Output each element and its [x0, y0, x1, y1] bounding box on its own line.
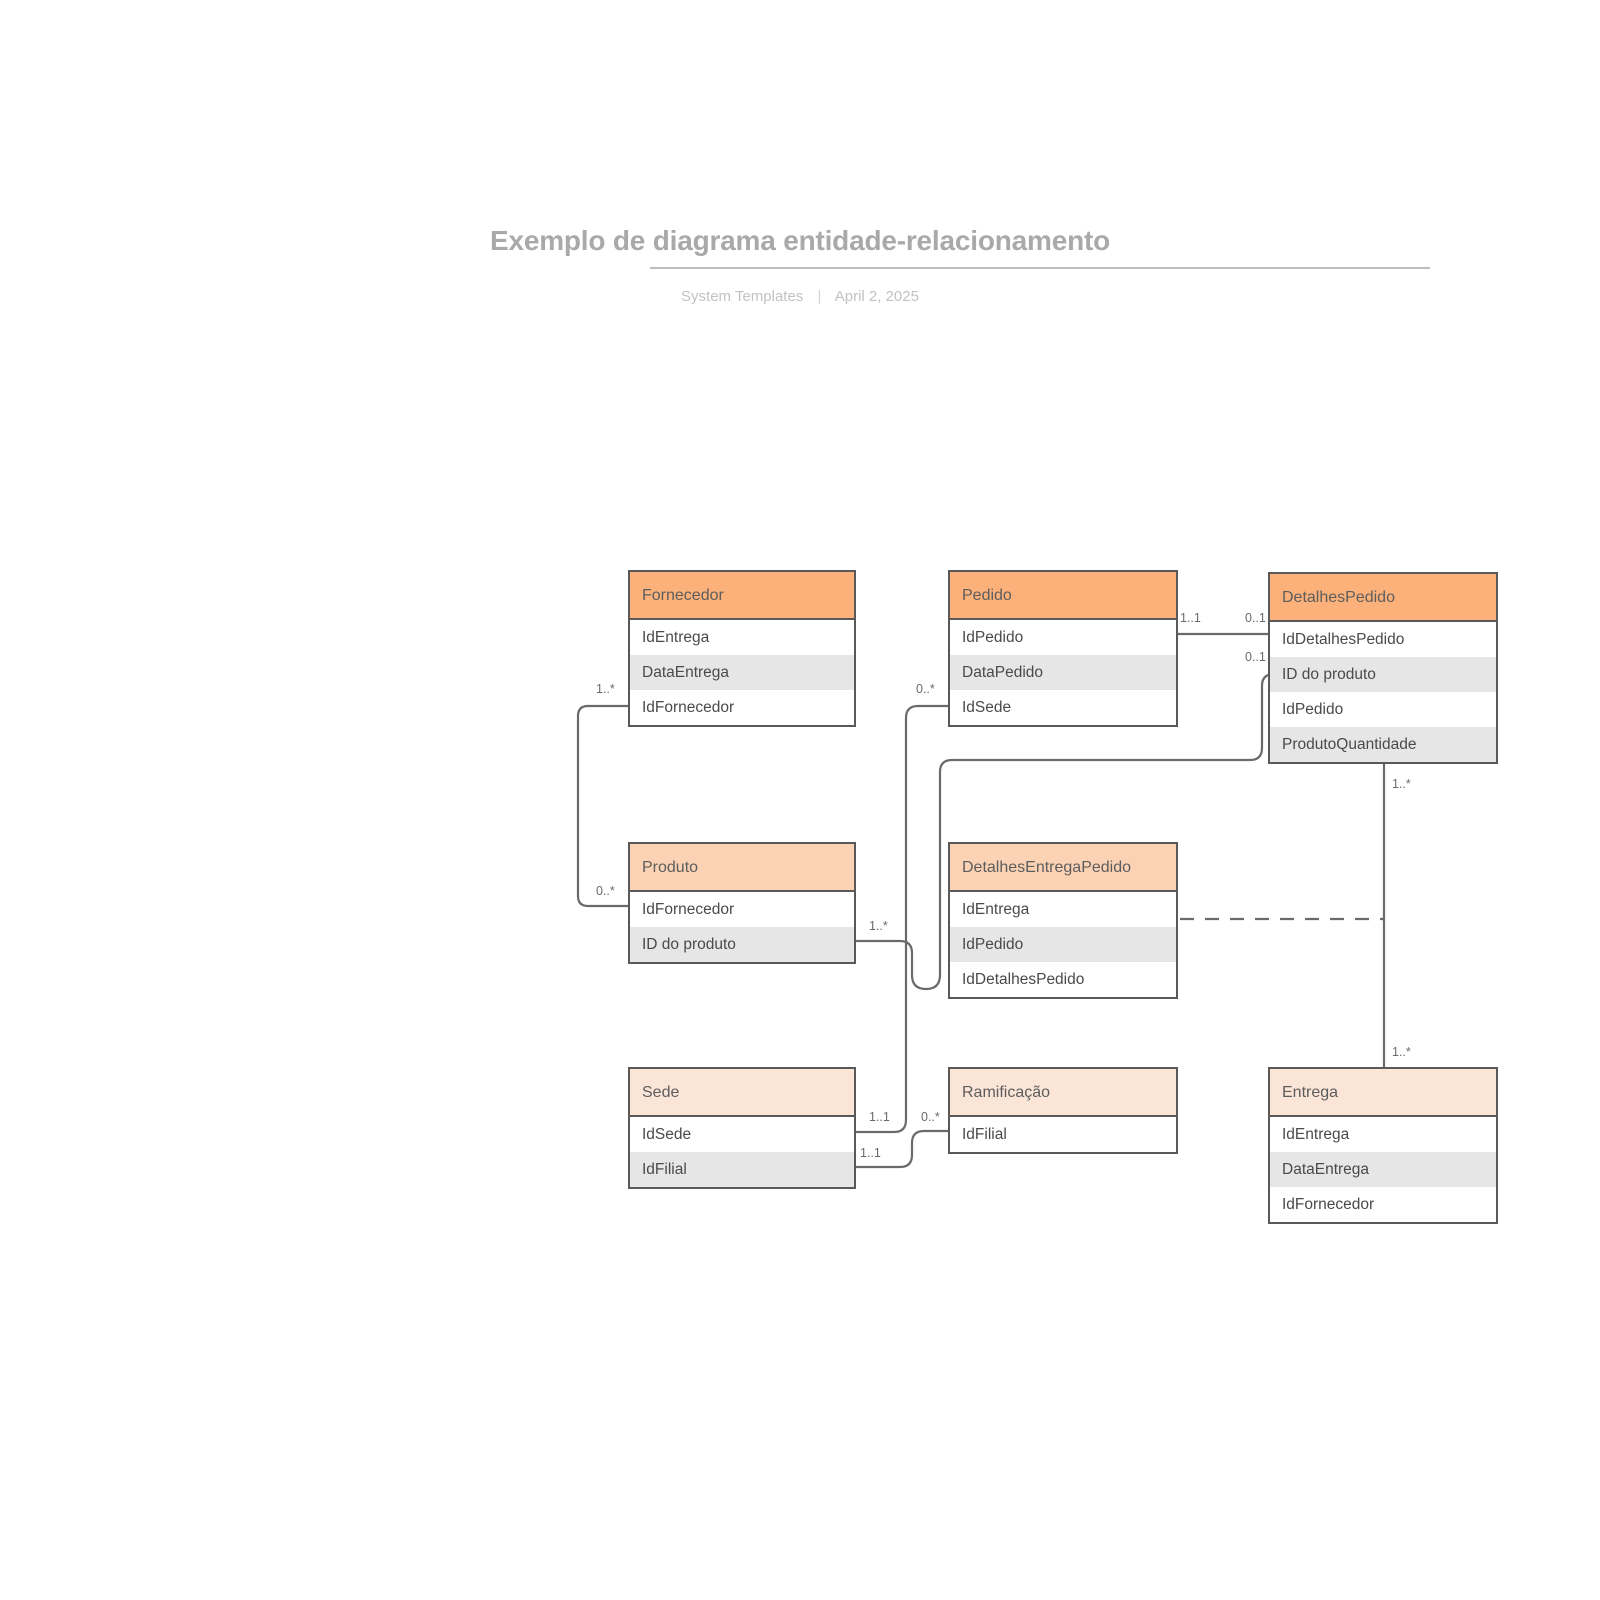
entity-attribute[interactable]: IdFilial — [950, 1117, 1176, 1152]
entity-attribute[interactable]: IdEntrega — [1270, 1117, 1496, 1152]
entity-attribute[interactable]: IdFornecedor — [630, 690, 854, 725]
entity-detalhespedido[interactable]: DetalhesPedido IdDetalhesPedido ID do prod… — [1268, 572, 1498, 764]
entity-pedido[interactable]: Pedido IdPedido DataPedido IdSede — [948, 570, 1178, 727]
entity-title-entrega: Entrega — [1270, 1069, 1496, 1117]
entity-attribute[interactable]: IdSede — [950, 690, 1176, 725]
entity-title-pedido: Pedido — [950, 572, 1176, 620]
entity-attribute[interactable]: IdPedido — [950, 927, 1176, 962]
cardinality-label: 0..1 — [1245, 611, 1266, 625]
entity-attribute[interactable]: IdPedido — [1270, 692, 1496, 727]
er-diagram-canvas: Fornecedor IdEntrega DataEntrega IdForneced… — [0, 0, 1600, 1600]
cardinality-label: 1..* — [596, 682, 615, 696]
entity-attribute[interactable]: IdSede — [630, 1117, 854, 1152]
entity-fornecedor[interactable]: Fornecedor IdEntrega DataEntrega IdForneced… — [628, 570, 856, 727]
cardinality-label: 1..1 — [1180, 611, 1201, 625]
entity-attribute[interactable]: IdFilial — [630, 1152, 854, 1187]
entity-detalhesentregapedido[interactable]: DetalhesEntregaPedido IdEntrega IdPedido Id… — [948, 842, 1178, 999]
entity-attribute[interactable]: DataEntrega — [1270, 1152, 1496, 1187]
cardinality-label: 1..1 — [860, 1146, 881, 1160]
entity-attribute[interactable]: IdEntrega — [630, 620, 854, 655]
entity-title-detalhesentregapedido: DetalhesEntregaPedido — [950, 844, 1176, 892]
entity-title-produto: Produto — [630, 844, 854, 892]
entity-attribute[interactable]: ID do produto — [630, 927, 854, 962]
entity-attribute[interactable]: IdDetalhesPedido — [1270, 622, 1496, 657]
cardinality-label: 0..1 — [1245, 650, 1266, 664]
entity-produto[interactable]: Produto IdFornecedor ID do produto — [628, 842, 856, 964]
entity-title-fornecedor: Fornecedor — [630, 572, 854, 620]
entity-attribute[interactable]: IdDetalhesPedido — [950, 962, 1176, 997]
cardinality-label: 1..1 — [869, 1110, 890, 1124]
entity-title-ramificacao: Ramificação — [950, 1069, 1176, 1117]
relationship-connectors — [576, 632, 1386, 1169]
entity-attribute[interactable]: DataPedido — [950, 655, 1176, 690]
cardinality-label: 0..* — [916, 682, 935, 696]
entity-title-sede: Sede — [630, 1069, 854, 1117]
entity-attribute[interactable]: IdEntrega — [950, 892, 1176, 927]
entity-title-detalhespedido: DetalhesPedido — [1270, 574, 1496, 622]
connector-fornecedor-produto — [576, 704, 628, 908]
cardinality-label: 0..* — [596, 884, 615, 898]
cardinality-label: 1..* — [869, 919, 888, 933]
entity-entrega[interactable]: Entrega IdEntrega DataEntrega IdFornecedor — [1268, 1067, 1498, 1224]
entity-attribute[interactable]: ID do produto — [1270, 657, 1496, 692]
entity-attribute[interactable]: ProdutoQuantidade — [1270, 727, 1496, 762]
cardinality-label: 0..* — [921, 1110, 940, 1124]
entity-sede[interactable]: Sede IdSede IdFilial — [628, 1067, 856, 1189]
entity-ramificacao[interactable]: Ramificação IdFilial — [948, 1067, 1178, 1154]
entity-attribute[interactable]: IdFornecedor — [1270, 1187, 1496, 1222]
cardinality-label: 1..* — [1392, 777, 1411, 791]
entity-attribute[interactable]: DataEntrega — [630, 655, 854, 690]
entity-attribute[interactable]: IdPedido — [950, 620, 1176, 655]
entity-attribute[interactable]: IdFornecedor — [630, 892, 854, 927]
cardinality-label: 1..* — [1392, 1045, 1411, 1059]
